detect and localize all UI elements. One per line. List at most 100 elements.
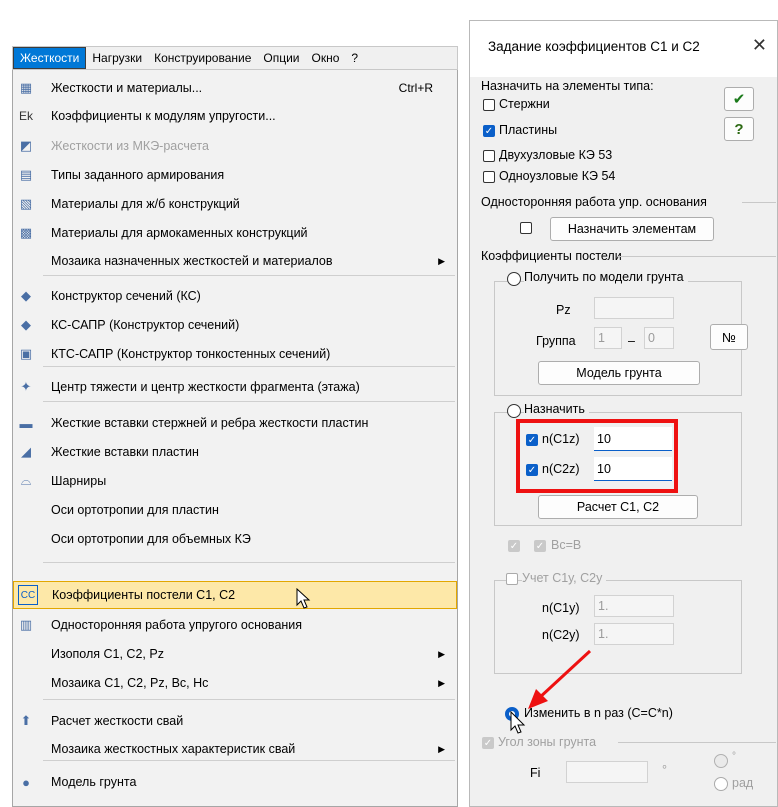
mouse-cursor-icon	[510, 711, 526, 734]
n-c2y-label: n(C2y)	[542, 628, 580, 642]
menu-item[interactable]: ✦ Центр тяжести и центр жесткости фрагмен…	[13, 373, 457, 401]
center-gravity-icon: ✦	[20, 379, 32, 394]
menu-item[interactable]: ◢ Жесткие вставки пластин	[13, 438, 457, 466]
fi-field[interactable]	[566, 761, 648, 783]
menu-item[interactable]: ▩ Материалы для армокаменных конструкций	[13, 219, 457, 247]
hinges-icon: ⌓	[20, 473, 32, 488]
plates-label: Пластины	[499, 123, 558, 137]
radio-from-soil-model[interactable]	[507, 272, 521, 286]
calc-c1-c2-button[interactable]: Расчет С1, С2	[538, 495, 698, 519]
submenu-arrow-icon: ▶	[438, 677, 445, 688]
menu-item-label: Мозаика жесткостных характеристик свай	[51, 742, 296, 756]
help-button[interactable]: ?	[724, 117, 754, 141]
menu-item-label: Жесткости и материалы...	[51, 81, 203, 95]
menu-item[interactable]: ▧ Материалы для ж/б конструкций	[13, 190, 457, 218]
red-arrow-icon	[528, 649, 592, 709]
radians-label: рад	[732, 776, 754, 790]
fem-stiffness-icon: ◩	[19, 138, 33, 153]
mouse-cursor-icon	[296, 588, 311, 609]
pz-field[interactable]	[594, 297, 674, 319]
checkbox-bc-disabled-1: ✓	[508, 540, 520, 552]
radio-radians[interactable]	[714, 777, 728, 791]
checkbox-c1y-c2y[interactable]	[506, 573, 518, 585]
menu-separator	[43, 699, 455, 700]
menu-item-label: Центр тяжести и центр жесткости фрагмент…	[51, 380, 360, 394]
kts-sapr-icon: ▣	[19, 346, 33, 361]
group-dash: –	[628, 334, 635, 348]
apply-button[interactable]: ✔	[724, 87, 754, 111]
radio-degrees[interactable]	[714, 754, 728, 768]
submenu-arrow-icon: ▶	[438, 743, 445, 754]
divider	[742, 202, 776, 203]
red-highlight-box	[516, 419, 678, 493]
menu-item-label: Оси ортотропии для пластин	[51, 503, 219, 517]
ek-icon: Ek	[18, 109, 33, 123]
menu-options[interactable]: Опции	[257, 47, 305, 69]
checkbox-bars[interactable]	[483, 99, 495, 111]
menu-item-label: Материалы для ж/б конструкций	[51, 197, 240, 211]
soil-model-icon: ●	[22, 774, 30, 790]
submenu-arrow-icon: ▶	[438, 255, 445, 266]
number-button[interactable]: №	[710, 324, 748, 350]
one-sided-label: Односторонняя работа упр. основания	[481, 195, 707, 209]
menu-item[interactable]: ▦ Жесткости и материалы... Ctrl+R	[13, 74, 457, 102]
menu-item[interactable]: Мозаика назначенных жесткостей и материа…	[13, 247, 457, 275]
menu-item[interactable]: ⬆ Расчет жесткости свай	[13, 707, 457, 735]
checkbox-two-node-fe[interactable]	[483, 150, 495, 162]
menu-item[interactable]: ▣ КТС-САПР (Конструктор тонкостенных сече…	[13, 340, 457, 368]
menu-item[interactable]: ▬ Жесткие вставки стержней и ребра жестко…	[13, 409, 457, 437]
menu-item[interactable]: CC Коэффициенты постели С1, С2	[13, 581, 457, 609]
ks-sapr-icon: ◆	[21, 317, 31, 332]
menu-item[interactable]: ▤ Типы заданного армирования	[13, 161, 457, 189]
menu-stiffness[interactable]: Жесткости	[13, 47, 87, 69]
menu-bar: Жесткости Нагрузки Конструирование Опции…	[12, 46, 458, 70]
menu-separator	[43, 366, 455, 367]
menu-item-label: КС-САПР (Конструктор сечений)	[51, 318, 240, 332]
menu-design[interactable]: Конструирование	[148, 47, 257, 69]
menu-item[interactable]: Мозаика жесткостных характеристик свай ▶	[13, 735, 457, 763]
checkbox-one-node-fe[interactable]	[483, 171, 495, 183]
stiffness-dropdown-menu: ▦ Жесткости и материалы... Ctrl+R Ek Коэффиц…	[12, 70, 458, 807]
radio-assign[interactable]	[507, 404, 521, 418]
checkbox-bc-disabled-2: ✓	[534, 540, 546, 552]
submenu-arrow-icon: ▶	[438, 648, 445, 659]
dialog-title-bar: Задание коэффициентов С1 и С2 ✕	[470, 21, 777, 77]
group-to-field[interactable]: 0	[644, 327, 674, 349]
menu-item-label: Шарниры	[51, 474, 107, 488]
group-label: Группа	[536, 334, 576, 348]
menu-item-label: Типы заданного армирования	[51, 168, 225, 182]
fi-label: Fi	[530, 766, 541, 780]
menu-separator	[43, 401, 455, 402]
menu-item[interactable]: Ek Коэффициенты к модулям упругости...	[13, 102, 457, 130]
group-from-field[interactable]: 1	[594, 327, 622, 349]
n-c1y-label: n(C1y)	[542, 601, 580, 615]
menu-item[interactable]: ⌓ Шарниры	[13, 467, 457, 495]
soil-model-button[interactable]: Модель грунта	[538, 361, 700, 385]
pz-label: Pz	[556, 303, 571, 317]
n-c1y-field[interactable]: 1.	[594, 595, 674, 617]
menu-item[interactable]: ◆ КС-САПР (Конструктор сечений)	[13, 311, 457, 339]
menu-help[interactable]: ?	[345, 47, 364, 69]
menu-item[interactable]: ◆ Конструктор сечений (КС)	[13, 282, 457, 310]
menu-loads[interactable]: Нагрузки	[86, 47, 148, 69]
section-designer-icon: ◆	[21, 288, 31, 303]
menu-item-label: Коэффициенты к модулям упругости...	[51, 109, 276, 123]
checkbox-plates[interactable]: ✓	[483, 125, 495, 137]
reinforcement-types-icon: ▤	[19, 167, 33, 182]
bars-label: Стержни	[499, 97, 550, 111]
menu-item[interactable]: ● Модель грунта	[13, 768, 457, 796]
menu-item[interactable]: ▥ Односторонняя работа упругого основания	[13, 611, 457, 639]
menu-item-label: Материалы для армокаменных конструкций	[51, 226, 308, 240]
menu-item[interactable]: Изополя С1, С2, Pz ▶	[13, 640, 457, 668]
checkbox-one-sided[interactable]	[520, 222, 532, 234]
menu-item[interactable]: Оси ортотропии для пластин	[13, 496, 457, 524]
close-icon[interactable]: ✕	[752, 35, 767, 56]
soil-angle-label: Угол зоны грунта	[498, 735, 597, 749]
menu-item[interactable]: Оси ортотропии для объемных КЭ	[13, 525, 457, 553]
menu-item[interactable]: Мозаика С1, С2, Pz, Bc, Hc ▶	[13, 669, 457, 697]
menu-window[interactable]: Окно	[306, 47, 346, 69]
assign-elements-button[interactable]: Назначить элементам	[550, 217, 714, 241]
question-icon: ?	[734, 120, 744, 138]
checkbox-soil-angle: ✓	[482, 737, 494, 749]
n-c2y-field[interactable]: 1.	[594, 623, 674, 645]
